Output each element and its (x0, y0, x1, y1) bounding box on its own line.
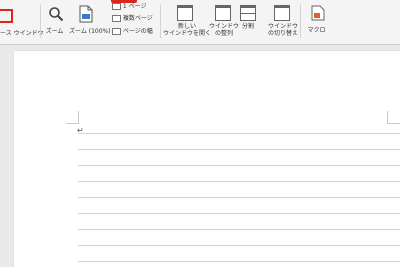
document-page[interactable]: ↵ (14, 51, 400, 267)
split-label: 分割 (241, 23, 254, 30)
one-page-button[interactable]: 1 ページ (112, 3, 147, 10)
separator (40, 4, 41, 38)
ruled-line (78, 229, 400, 230)
ruled-line (78, 133, 400, 134)
arrange-windows-icon (215, 5, 231, 21)
page-width-button[interactable]: ページの幅 (112, 28, 153, 35)
multiple-pages-button[interactable]: 複数ページ (112, 15, 153, 22)
source-window-label: ース ウインドウ (0, 30, 44, 37)
switch-windows-button[interactable]: ウインドウ の切り替え (268, 5, 298, 37)
document-100-icon (79, 5, 111, 25)
new-window-label-1: 新しい (178, 23, 197, 30)
margin-guide (66, 123, 79, 124)
ruled-line (78, 149, 400, 150)
switch-label-1: ウインドウ (268, 23, 299, 30)
ruled-line (78, 213, 400, 214)
magnifier-icon (48, 6, 64, 24)
ruled-line (78, 197, 400, 198)
one-page-icon (112, 3, 121, 10)
source-window-button[interactable]: ース ウインドウ (0, 30, 44, 37)
new-window-button[interactable]: 新しい ウインドウを開く (163, 5, 211, 37)
separator (160, 4, 161, 38)
zoom-button[interactable]: ズーム (45, 6, 64, 35)
switch-windows-icon (274, 5, 290, 21)
zoom-100-button[interactable]: ズーム (100%) (69, 5, 111, 35)
multiple-pages-label: 複数ページ (122, 15, 153, 22)
ribbon-toolbar: ース ウインドウ ズーム ズーム (100%) 1 ページ 複数ページ ページの… (0, 0, 400, 45)
split-button[interactable]: 分割 (240, 5, 256, 30)
ruled-line (78, 165, 400, 166)
macro-button[interactable]: マクロ (307, 5, 326, 34)
ruled-line (78, 181, 400, 182)
margin-guide (387, 123, 400, 124)
split-window-icon (240, 5, 256, 21)
zoom-100-label: ズーム (100%) (69, 28, 111, 35)
page-width-icon (112, 28, 121, 35)
arrange-label-1: ウインドウ (209, 23, 240, 30)
macro-icon (310, 5, 326, 23)
document-canvas: ↵ (0, 45, 400, 267)
zoom-label: ズーム (45, 28, 64, 35)
ruled-line (78, 261, 400, 262)
arrange-label-2: の整列 (215, 30, 234, 37)
new-window-icon (177, 5, 193, 21)
page-width-label: ページの幅 (122, 28, 153, 35)
ruled-line (78, 245, 400, 246)
one-page-label: 1 ページ (122, 3, 147, 10)
multiple-pages-icon (112, 15, 121, 22)
new-window-label-2: ウインドウを開く (163, 30, 212, 37)
separator (300, 4, 301, 38)
macro-label: マクロ (307, 27, 326, 34)
arrange-all-button[interactable]: ウインドウ の整列 (209, 5, 239, 37)
highlight-box (0, 9, 13, 23)
switch-label-2: の切り替え (268, 30, 299, 37)
